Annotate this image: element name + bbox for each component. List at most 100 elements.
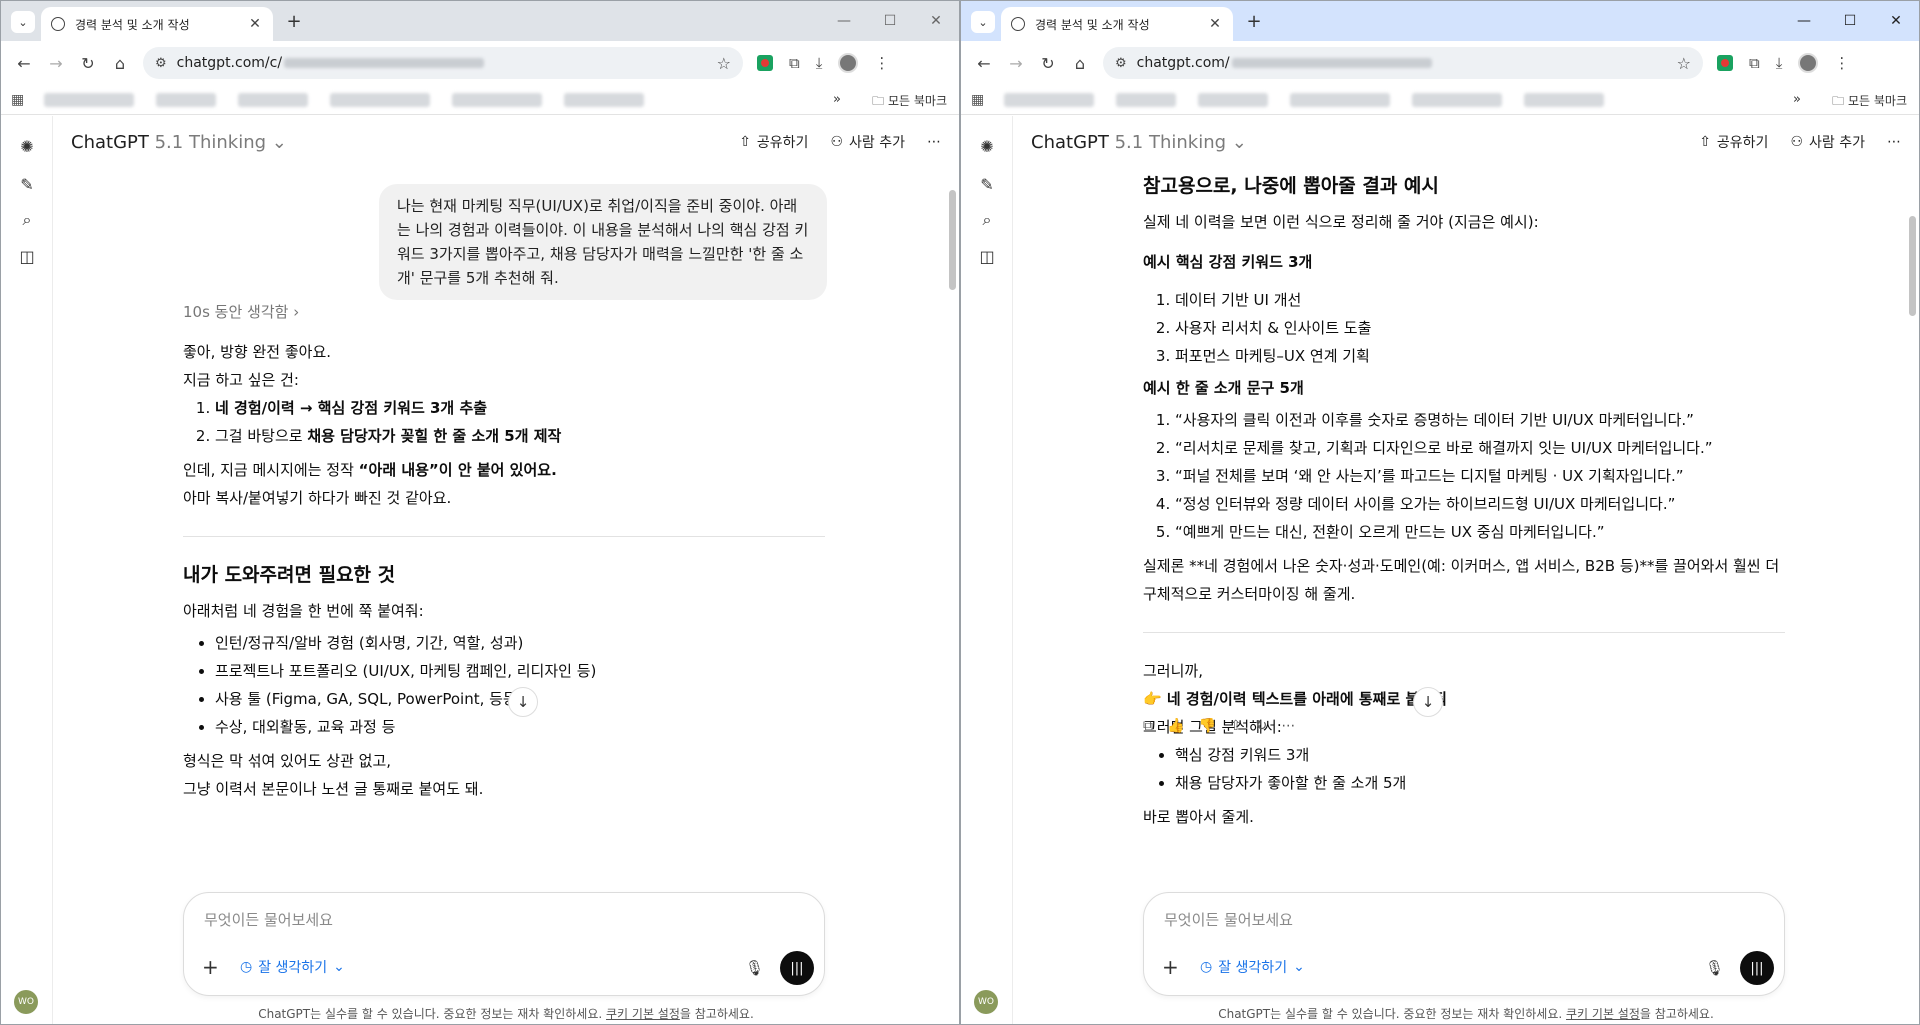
home-icon[interactable]: ⌂ (105, 48, 135, 78)
minimize-icon[interactable]: — (1781, 1, 1827, 41)
reload-icon[interactable]: ↻ (73, 48, 103, 78)
bookmark-item[interactable] (44, 92, 135, 107)
close-tab-icon[interactable]: ✕ (1207, 16, 1223, 32)
attach-plus-icon[interactable]: + (1162, 955, 1179, 979)
model-selector[interactable]: ChatGPT 5.1 Thinking ⌄ (1031, 132, 1247, 153)
thumbs-down-icon[interactable]: 👎 (1198, 718, 1215, 734)
profile-avatar[interactable] (1798, 53, 1819, 73)
bookmark-item[interactable] (238, 92, 309, 107)
close-window-icon[interactable]: ✕ (1873, 1, 1919, 41)
tab-chat[interactable]: 경력 분석 및 소개 작성 ✕ (41, 7, 273, 41)
scroll-down-button[interactable]: ↓ (1413, 687, 1443, 717)
apps-grid-icon[interactable]: ▦ (971, 92, 984, 108)
microphone-icon[interactable]: 🎙 (1705, 959, 1724, 977)
share-button[interactable]: ⇧ 공유하기 (1699, 132, 1768, 152)
library-icon[interactable]: ◫ (15, 244, 39, 268)
more-options-icon[interactable]: ⋯ (927, 134, 941, 150)
more-options-icon[interactable]: ⋯ (1887, 134, 1901, 150)
bookmark-item[interactable] (1524, 92, 1605, 107)
close-window-icon[interactable]: ✕ (913, 1, 959, 41)
bookmark-item[interactable] (452, 92, 543, 107)
regenerate-icon[interactable]: ↻ (1256, 718, 1268, 734)
extensions-puzzle-icon[interactable]: ⧉ (789, 54, 800, 72)
add-person-button[interactable]: ⚇ 사람 추가 (1790, 132, 1865, 152)
scroll-down-button[interactable]: ↓ (508, 687, 538, 717)
bookmark-item[interactable] (1412, 92, 1503, 107)
share-icon[interactable]: ⇧ (1230, 718, 1242, 734)
bookmark-item[interactable] (1198, 92, 1269, 107)
back-icon[interactable]: ← (969, 48, 999, 78)
forward-icon[interactable]: → (41, 48, 71, 78)
share-button[interactable]: ⇧ 공유하기 (739, 132, 808, 152)
new-chat-icon[interactable]: ✎ (15, 172, 39, 196)
new-tab-icon[interactable]: + (283, 11, 305, 32)
address-bar[interactable]: ⚙ chatgpt.com/c/ ☆ (143, 47, 743, 79)
recorder-extension-icon[interactable] (757, 55, 773, 71)
browser-menu-icon[interactable]: ⋮ (874, 54, 889, 72)
bookmark-star-icon[interactable]: ☆ (717, 54, 731, 73)
cookie-settings-link[interactable]: 쿠키 기본 설정 (1566, 1007, 1640, 1021)
message-composer[interactable]: 무엇이든 물어보세요 + ◷ 잘 생각하기 ⌄ 🎙 ||| (1143, 892, 1785, 996)
more-bookmarks-icon[interactable]: » (1793, 92, 1801, 107)
user-avatar[interactable]: WO (14, 990, 38, 1014)
more-bookmarks-icon[interactable]: » (833, 92, 841, 107)
bookmark-item[interactable] (1004, 92, 1095, 107)
user-avatar[interactable]: WO (974, 990, 998, 1014)
search-icon[interactable]: ⌕ (15, 208, 39, 232)
model-selector[interactable]: ChatGPT 5.1 Thinking ⌄ (71, 132, 287, 153)
back-icon[interactable]: ← (9, 48, 39, 78)
bookmark-item[interactable] (156, 92, 217, 107)
browser-menu-icon[interactable]: ⋮ (1834, 54, 1849, 72)
download-icon[interactable]: ⤓ (816, 54, 823, 72)
prompt-input[interactable]: 무엇이든 물어보세요 (1164, 909, 1293, 930)
microphone-icon[interactable]: 🎙 (745, 959, 764, 977)
all-bookmarks[interactable]: 🗀 모든 북마크 (1832, 92, 1907, 113)
bookmark-item[interactable] (330, 92, 431, 107)
add-person-button[interactable]: ⚇ 사람 추가 (830, 132, 905, 152)
thinking-mode-button[interactable]: ◷ 잘 생각하기 ⌄ (1200, 957, 1305, 977)
library-icon[interactable]: ◫ (975, 244, 999, 268)
needed-list: 인턴/정규직/알바 경험 (회사명, 기간, 역할, 성과) 프로젝트나 포트폴… (183, 629, 825, 741)
openai-logo-icon[interactable]: ✺ (15, 134, 39, 158)
voice-mode-button[interactable]: ||| (1740, 951, 1774, 985)
home-icon[interactable]: ⌂ (1065, 48, 1095, 78)
download-icon[interactable]: ⤓ (1776, 54, 1783, 72)
maximize-icon[interactable]: ☐ (1827, 1, 1873, 41)
address-bar[interactable]: ⚙ chatgpt.com/ ☆ (1103, 47, 1703, 79)
more-icon[interactable]: ⋯ (1281, 718, 1295, 734)
new-tab-icon[interactable]: + (1243, 11, 1265, 32)
cookie-settings-link[interactable]: 쿠키 기본 설정 (606, 1007, 680, 1021)
apps-grid-icon[interactable]: ▦ (11, 92, 24, 108)
bookmark-item[interactable] (1116, 92, 1177, 107)
thumbs-up-icon[interactable]: 👍 (1167, 718, 1184, 734)
tab-search-icon[interactable]: ⌄ (971, 11, 995, 33)
voice-mode-button[interactable]: ||| (780, 951, 814, 985)
site-info-icon[interactable]: ⚙ (155, 56, 167, 71)
prompt-input[interactable]: 무엇이든 물어보세요 (204, 909, 333, 930)
openai-logo-icon[interactable]: ✺ (975, 134, 999, 158)
forward-icon[interactable]: → (1001, 48, 1031, 78)
all-bookmarks[interactable]: 🗀 모든 북마크 (872, 92, 947, 113)
recorder-extension-icon[interactable] (1717, 55, 1733, 71)
attach-plus-icon[interactable]: + (202, 955, 219, 979)
bookmark-item[interactable] (1290, 92, 1391, 107)
search-icon[interactable]: ⌕ (975, 208, 999, 232)
message-composer[interactable]: 무엇이든 물어보세요 + ◷ 잘 생각하기 ⌄ 🎙 ||| (183, 892, 825, 996)
new-chat-icon[interactable]: ✎ (975, 172, 999, 196)
tab-chat[interactable]: 경력 분석 및 소개 작성 ✕ (1001, 7, 1233, 41)
minimize-icon[interactable]: — (821, 1, 867, 41)
assistant-text: 바로 뽑아서 줄게. (1143, 808, 1254, 826)
bookmark-star-icon[interactable]: ☆ (1677, 54, 1691, 73)
profile-avatar[interactable] (838, 53, 859, 73)
tab-search-icon[interactable]: ⌄ (11, 11, 35, 33)
site-info-icon[interactable]: ⚙ (1115, 56, 1127, 71)
bookmark-item[interactable] (564, 92, 645, 107)
reload-icon[interactable]: ↻ (1033, 48, 1063, 78)
bookmarks-bar: ▦ » 🗀 모든 북마크 (961, 85, 1919, 115)
copy-icon[interactable]: ⧉ (1143, 718, 1153, 734)
thinking-mode-button[interactable]: ◷ 잘 생각하기 ⌄ (240, 957, 345, 977)
extensions-puzzle-icon[interactable]: ⧉ (1749, 54, 1760, 72)
close-tab-icon[interactable]: ✕ (247, 16, 263, 32)
thinking-toggle[interactable]: 10s 동안 생각함 › (183, 298, 825, 326)
maximize-icon[interactable]: ☐ (867, 1, 913, 41)
